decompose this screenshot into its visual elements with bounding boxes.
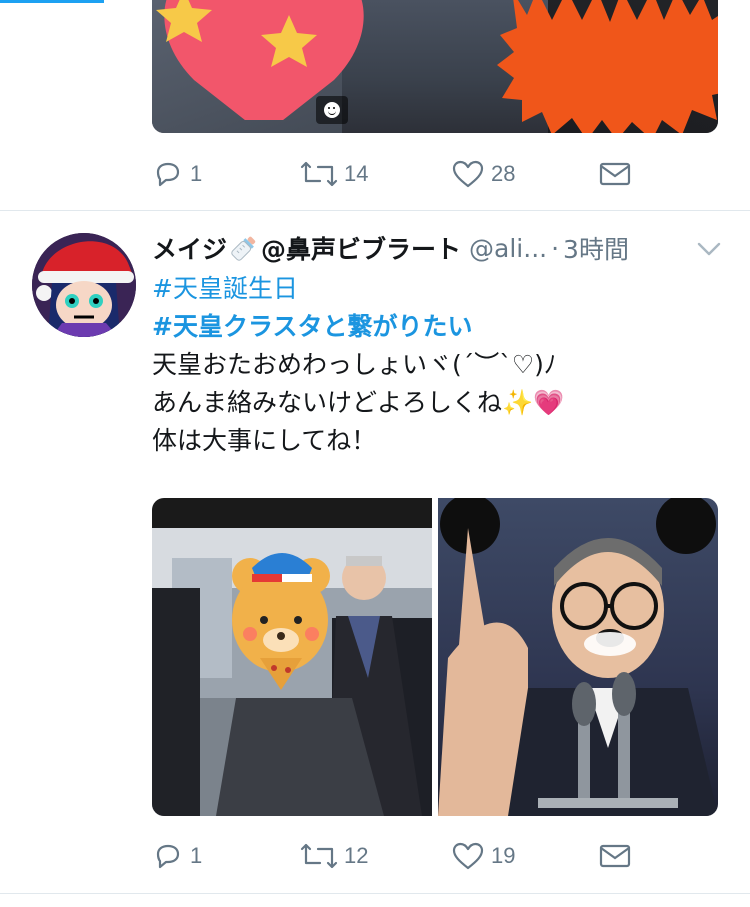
reply-button[interactable]: 1 (152, 154, 202, 194)
orange-burst-sticker-icon (497, 0, 718, 133)
photo-bear-filter (152, 528, 432, 816)
tweet-text-line: 体は大事にしてね！ (152, 426, 377, 455)
heart-sticker-icon (156, 0, 364, 120)
pink-heart-emoji: 💗 (533, 388, 565, 417)
baby-bottle-icon (231, 236, 256, 261)
hashtag-link[interactable]: #天皇クラスタと繋がりたい (152, 308, 722, 346)
tweet2-media-grid (152, 498, 718, 816)
tweet-text-segment: あんま絡みないけどよろしくね (152, 388, 503, 417)
retweet-button[interactable]: 14 (300, 154, 368, 194)
sparkles-emoji: ✨ (502, 388, 534, 417)
reply-count: 1 (190, 843, 203, 868)
tweet-divider (0, 210, 750, 211)
like-button[interactable]: 28 (451, 154, 515, 194)
like-count: 28 (491, 161, 516, 186)
chevron-down-icon[interactable] (696, 240, 722, 258)
media-photo-left[interactable] (152, 498, 432, 816)
heart-icon (452, 842, 484, 870)
direct-message-button[interactable] (598, 836, 632, 876)
retweet-button[interactable]: 12 (300, 836, 368, 876)
avatar-illustration (32, 233, 136, 337)
tweet1-media-image[interactable] (152, 0, 718, 133)
reply-icon (156, 162, 180, 187)
tweet2-header: メイジ @鼻声ビブラート @ali... · 3時間 (152, 226, 722, 270)
photo-mouse-ears-filter (438, 498, 718, 816)
gif-badge (316, 96, 348, 124)
tweet2-action-bar: 1 12 19 (152, 836, 682, 876)
user-handle[interactable]: @ali... (469, 234, 547, 263)
reply-icon (156, 844, 180, 869)
retweet-count: 12 (344, 843, 369, 868)
tweet1-action-bar: 1 14 28 (152, 154, 682, 194)
tweet2-text: #天皇誕生日 #天皇クラスタと繋がりたい 天皇おたおめわっしょいヾ(´︶`♡)ﾉ… (152, 270, 722, 460)
hashtag-link[interactable]: #天皇誕生日 (152, 270, 722, 308)
tweet-text-line: 天皇おたおめわっしょいヾ(´︶`♡)ﾉ (152, 350, 557, 379)
reply-button[interactable]: 1 (152, 836, 202, 876)
user-avatar[interactable] (32, 233, 136, 337)
retweet-count: 14 (344, 161, 369, 186)
heart-icon (452, 160, 484, 188)
tweet-divider (0, 893, 750, 894)
reply-count: 1 (190, 161, 203, 186)
display-name[interactable]: メイジ (152, 230, 227, 266)
like-count: 19 (491, 843, 516, 868)
direct-message-button[interactable] (598, 154, 632, 194)
gif-face-icon (324, 102, 340, 118)
retweet-icon (300, 161, 338, 187)
tweet-timestamp[interactable]: 3時間 (563, 230, 629, 266)
loading-progress-bar (0, 0, 104, 3)
mail-icon (599, 162, 631, 186)
media-photo-right[interactable] (438, 498, 718, 816)
separator-dot: · (551, 233, 560, 263)
mail-icon (599, 844, 631, 868)
display-name-suffix[interactable]: @鼻声ビブラート (261, 230, 461, 266)
like-button[interactable]: 19 (451, 836, 515, 876)
retweet-icon (300, 843, 338, 869)
tweet-text-line: あんま絡みないけどよろしくね✨💗 (152, 384, 722, 422)
